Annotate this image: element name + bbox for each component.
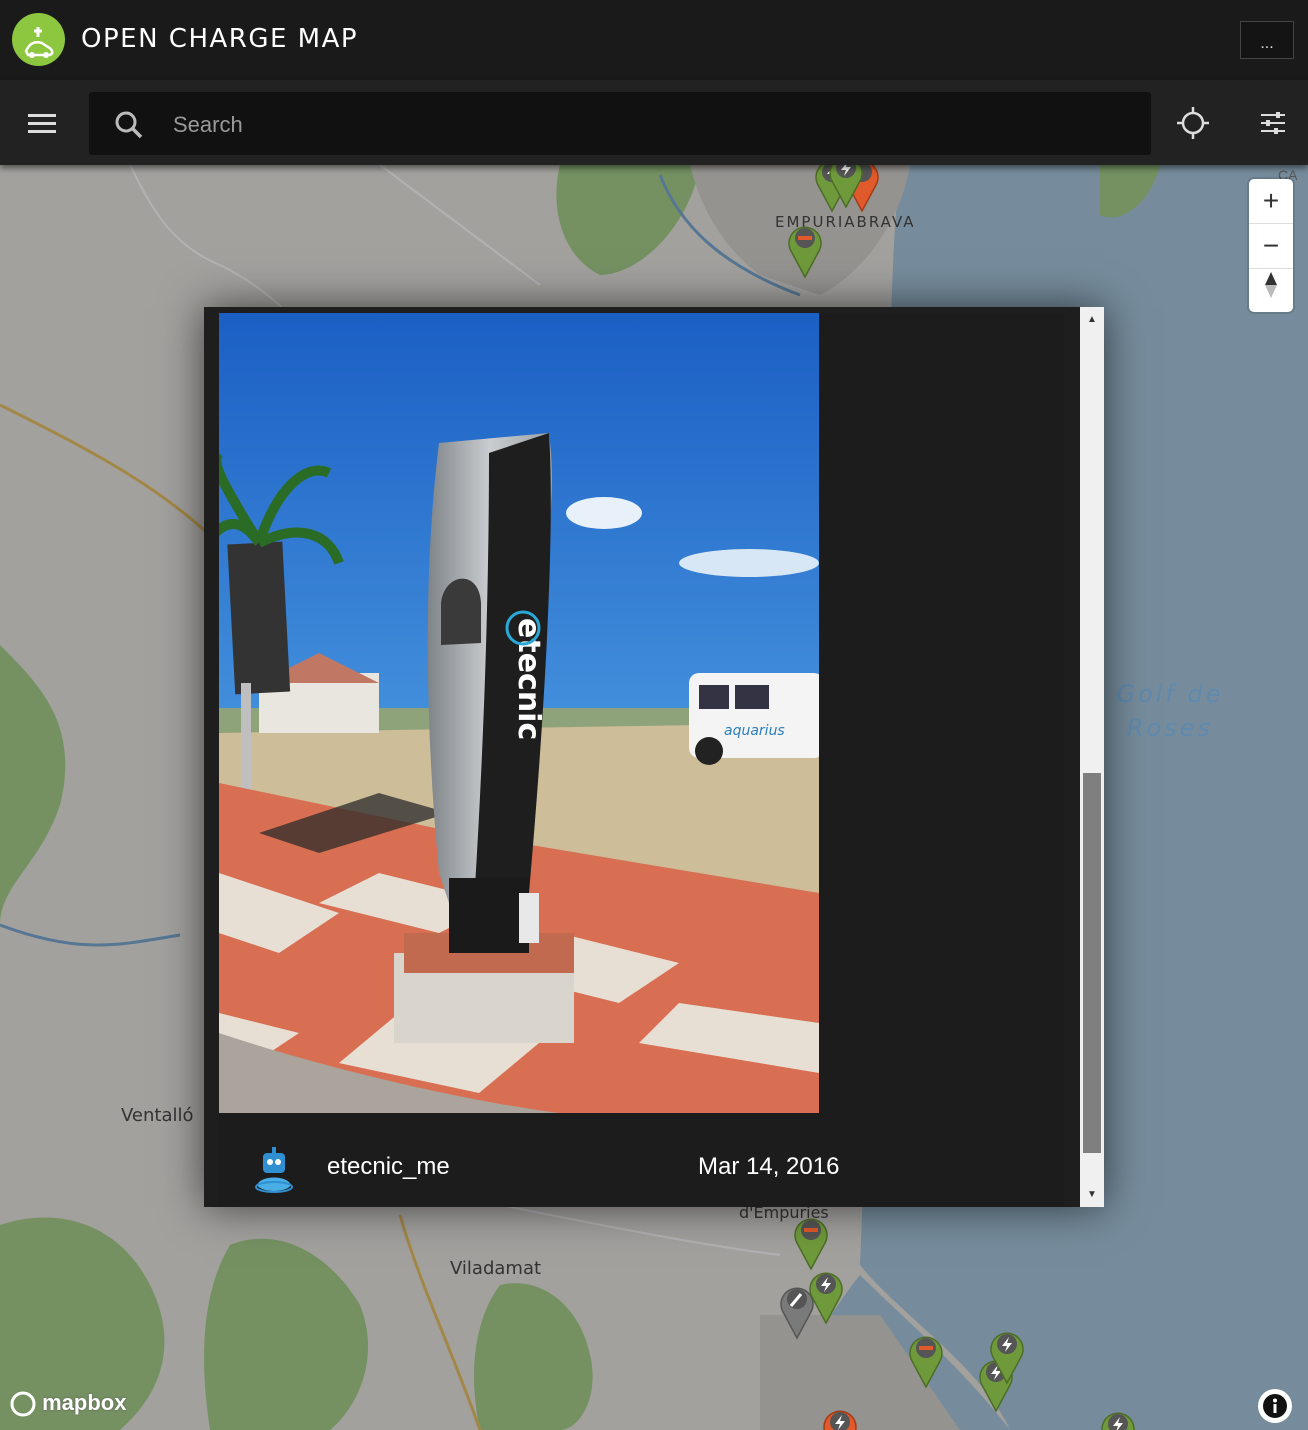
mapbox-icon — [10, 1391, 36, 1417]
scroll-thumb[interactable] — [1083, 773, 1101, 1153]
charger-pin-operational[interactable] — [806, 1267, 846, 1325]
compass-button[interactable] — [1249, 269, 1293, 313]
app-header: OPEN CHARGE MAP ... — [0, 0, 1308, 80]
sea-label-line: Golf de — [1116, 680, 1224, 708]
filter-settings-button[interactable] — [1252, 102, 1294, 144]
locate-me-button[interactable] — [1172, 102, 1214, 144]
scroll-up-arrow[interactable]: ▲ — [1080, 307, 1104, 331]
modal-scrollbar[interactable]: ▲ ▼ — [1080, 307, 1104, 1207]
menu-icon — [28, 114, 56, 133]
search-box[interactable] — [89, 92, 1151, 155]
user-avatar — [249, 1145, 299, 1197]
charger-pin-operational[interactable] — [906, 1331, 946, 1389]
zoom-in-button[interactable]: + — [1249, 179, 1293, 224]
mapbox-attribution: mapbox — [42, 1390, 127, 1415]
app-title: OPEN CHARGE MAP — [81, 24, 359, 54]
photo-viewer-modal: aquarius etecnic etecnic_me Mar 14, 2016… — [204, 307, 1104, 1207]
charger-pin-operational[interactable] — [785, 221, 825, 279]
compass-icon — [1265, 272, 1277, 298]
uploader-username[interactable]: etecnic_me — [327, 1153, 450, 1181]
sea-label-line: Roses — [1126, 714, 1214, 742]
place-label: Viladamat — [450, 1258, 542, 1279]
zoom-controls: + − — [1249, 179, 1293, 312]
charger-pin-operational[interactable] — [987, 1327, 1027, 1385]
app-logo[interactable] — [12, 13, 65, 66]
zoom-out-button[interactable]: − — [1249, 224, 1293, 269]
scroll-down-arrow[interactable]: ▼ — [1080, 1183, 1104, 1207]
robot-avatar-icon — [255, 1147, 293, 1193]
charger-pin-operational[interactable] — [791, 1213, 831, 1271]
sea-label: Golf de Roses — [1100, 677, 1240, 745]
toolbar — [0, 80, 1308, 165]
hamburger-menu-button[interactable] — [22, 107, 62, 139]
place-label: Ventalló — [121, 1105, 194, 1126]
photo-caption: etecnic_me Mar 14, 2016 — [219, 1133, 1064, 1197]
search-input[interactable] — [171, 104, 1075, 146]
mapbox-logo[interactable]: mapbox — [10, 1390, 126, 1417]
search-icon — [114, 110, 144, 145]
crosshair-icon — [1177, 107, 1209, 139]
charger-pin-operational[interactable] — [1098, 1407, 1138, 1430]
charger-pin-non-operational[interactable] — [820, 1405, 860, 1430]
photo-date: Mar 14, 2016 — [698, 1153, 840, 1180]
info-icon — [1263, 1394, 1287, 1418]
more-menu-button[interactable]: ... — [1240, 21, 1294, 59]
sliders-icon — [1261, 112, 1285, 134]
charger-brand-text: etecnic — [511, 618, 546, 740]
attribution-info-button[interactable] — [1258, 1389, 1292, 1423]
charger-photo[interactable]: aquarius etecnic — [219, 313, 819, 1113]
charger-photo-image: aquarius etecnic — [219, 313, 819, 1113]
van-lettering: aquarius — [724, 723, 785, 739]
photo-card: aquarius etecnic etecnic_me Mar 14, 2016 — [219, 313, 1064, 1207]
charger-pin-operational[interactable] — [826, 165, 866, 209]
